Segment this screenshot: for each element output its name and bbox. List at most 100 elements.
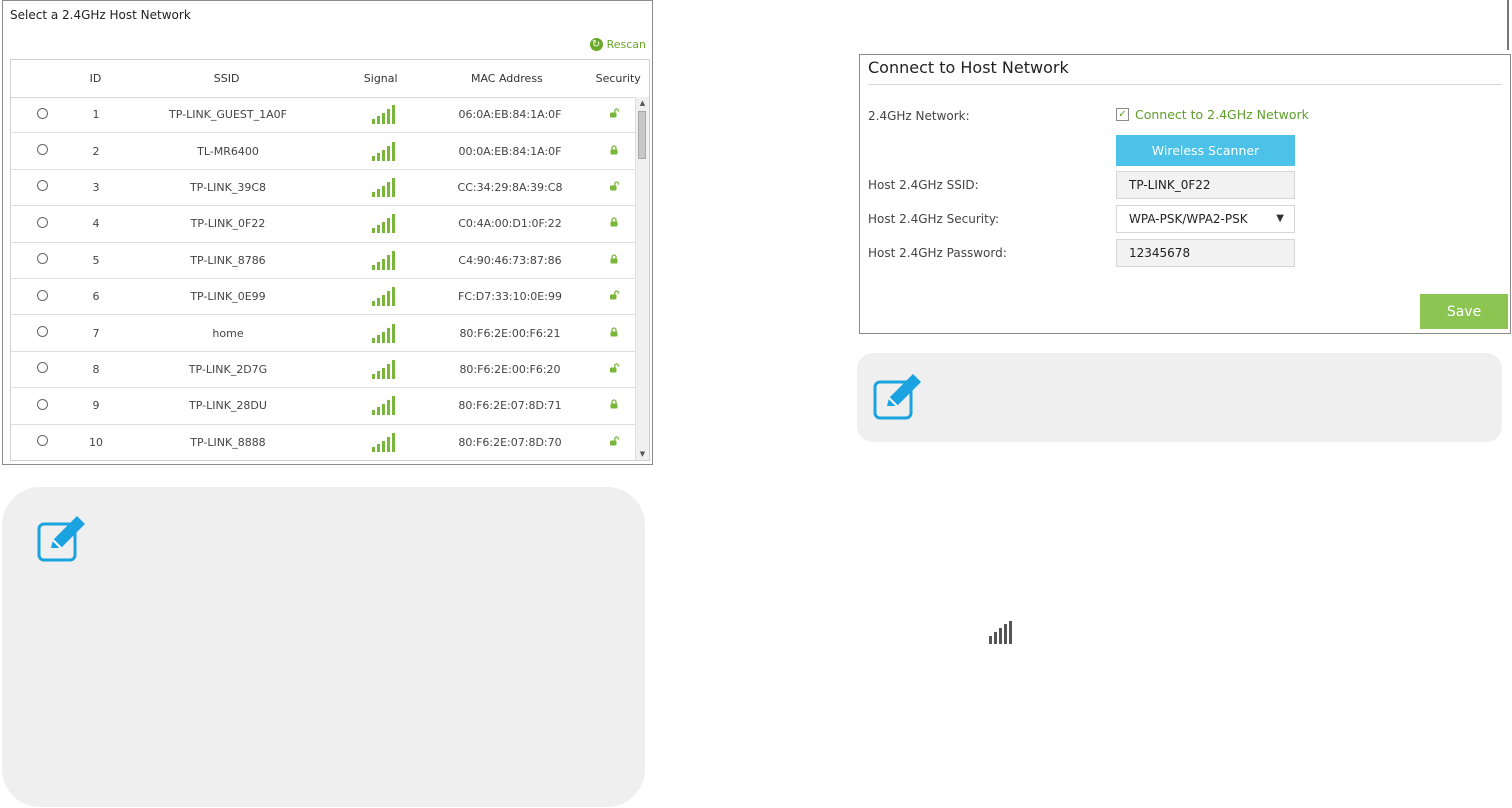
header-security: Security xyxy=(595,72,641,85)
row-mac-address: 80:F6:2E:00:F6:21 xyxy=(459,326,561,340)
table-row[interactable]: 2 TL-MR6400 00:0A:EB:84:1A:0F xyxy=(11,133,637,170)
edit-note-icon xyxy=(873,374,921,420)
row-ssid: home xyxy=(212,326,244,340)
unlocked-padlock-icon xyxy=(609,436,620,449)
row-mac-address: 06:0A:EB:84:1A:0F xyxy=(458,108,562,122)
wireless-scanner-button[interactable]: Wireless Scanner xyxy=(1116,135,1295,166)
signal-strength-icon xyxy=(371,287,395,307)
row-ssid: TP-LINK_GUEST_1A0F xyxy=(169,108,287,122)
signal-strength-icon xyxy=(371,323,395,343)
locked-padlock-icon xyxy=(609,326,619,340)
unlocked-padlock-icon xyxy=(609,290,620,303)
save-button[interactable]: Save xyxy=(1420,294,1508,329)
row-id: 6 xyxy=(92,290,100,304)
security-label: Host 2.4GHz Security: xyxy=(868,212,1000,226)
row-mac-address: C4:90:46:73:87:86 xyxy=(458,253,562,267)
row-id: 8 xyxy=(92,362,100,376)
locked-padlock-icon xyxy=(610,217,618,227)
table-row[interactable]: 4 TP-LINK_0F22 C0:4A:00:D1:0F:22 xyxy=(11,206,637,243)
row-id: 7 xyxy=(92,326,100,340)
select-radio[interactable] xyxy=(36,398,48,410)
select-radio[interactable] xyxy=(36,289,48,301)
select-radio[interactable] xyxy=(36,253,48,265)
table-row[interactable]: 3 TP-LINK_39C8 CC:34:29:8A:39:C8 xyxy=(11,170,637,207)
row-ssid: TP-LINK_39C8 xyxy=(189,180,267,194)
table-row[interactable]: 7 home 80:F6:2E:00:F6:21 xyxy=(11,315,637,352)
select-radio[interactable] xyxy=(36,144,48,156)
row-ssid: TP-LINK_0F22 xyxy=(190,217,266,231)
network-label: 2.4GHz Network: xyxy=(868,109,970,123)
row-id: 1 xyxy=(92,108,100,122)
locked-padlock-icon xyxy=(610,399,618,409)
row-ssid: TP-LINK_28DU xyxy=(189,399,267,413)
rescan-button[interactable]: ↻ Rescan xyxy=(589,38,646,51)
row-ssid: TP-LINK_8786 xyxy=(190,253,266,267)
security-select[interactable]: WPA-PSK/WPA2-PSK ▼ xyxy=(1116,205,1295,233)
security-value: WPA-PSK/WPA2-PSK xyxy=(1129,212,1248,226)
locked-padlock-icon xyxy=(610,144,618,155)
locked-padlock-icon xyxy=(609,217,619,230)
password-field[interactable]: 12345678 xyxy=(1116,239,1295,267)
select-radio[interactable] xyxy=(36,107,48,119)
locked-padlock-icon xyxy=(610,326,618,337)
table-row[interactable]: 5 TP-LINK_8786 C4:90:46:73:87:86 xyxy=(11,243,637,279)
connect-host-panel: Connect to Host Network 2.4GHz Network: … xyxy=(859,54,1511,334)
scroll-up-arrow-icon[interactable]: ▲ xyxy=(636,97,649,109)
table-row[interactable]: 1 TP-LINK_GUEST_1A0F 06:0A:EB:84:1A:0F xyxy=(11,97,637,134)
chevron-down-icon: ▼ xyxy=(1276,213,1284,224)
select-radio[interactable] xyxy=(36,435,48,447)
divider xyxy=(868,84,1502,85)
locked-padlock-icon xyxy=(609,399,619,412)
select-radio[interactable] xyxy=(36,362,48,374)
select-radio[interactable] xyxy=(36,216,48,228)
panel-title: Connect to Host Network xyxy=(868,58,1069,77)
row-mac-address: 00:0A:EB:84:1A:0F xyxy=(458,144,562,158)
note-box xyxy=(2,487,645,807)
password-label: Host 2.4GHz Password: xyxy=(868,246,1007,260)
header-id: ID xyxy=(89,72,102,85)
select-radio[interactable] xyxy=(36,326,48,338)
signal-strength-icon xyxy=(371,141,395,161)
row-ssid: TP-LINK_2D7G xyxy=(188,362,268,376)
row-mac-address: C0:4A:00:D1:0F:22 xyxy=(458,217,562,231)
checkbox-label: Connect to 2.4GHz Network xyxy=(1135,107,1309,122)
signal-strength-icon xyxy=(371,177,395,197)
signal-strength-icon xyxy=(371,105,395,125)
row-mac-address: 80:F6:2E:07:8D:70 xyxy=(458,435,562,449)
signal-strength-icon xyxy=(371,250,395,270)
header-signal: Signal xyxy=(363,72,398,85)
table-row[interactable]: 8 TP-LINK_2D7G 80:F6:2E:00:F6:20 xyxy=(11,352,637,389)
table-row[interactable]: 9 TP-LINK_28DU 80:F6:2E:07:8D:71 xyxy=(11,388,637,425)
ssid-field[interactable]: TP-LINK_0F22 xyxy=(1116,171,1295,199)
header-mac-address: MAC Address xyxy=(470,72,543,85)
scroll-down-arrow-icon[interactable]: ▼ xyxy=(636,448,649,460)
checkmark-icon[interactable]: ✓ xyxy=(1116,108,1129,121)
row-mac-address: 80:F6:2E:07:8D:71 xyxy=(458,399,562,413)
row-id: 4 xyxy=(92,217,100,231)
unlocked-padlock-icon xyxy=(610,363,620,373)
rescan-label: Rescan xyxy=(606,38,646,51)
signal-strength-icon xyxy=(371,359,395,379)
table-header: ID SSID Signal MAC Address Security xyxy=(11,60,649,98)
row-id: 5 xyxy=(92,253,100,267)
edit-note-icon xyxy=(37,516,85,562)
scroll-thumb[interactable] xyxy=(638,111,646,159)
signal-strength-icon xyxy=(371,432,395,452)
page-scrollbar[interactable] xyxy=(1507,0,1509,50)
row-mac-address: FC:D7:33:10:0E:99 xyxy=(458,290,562,304)
host-network-panel: Select a 2.4GHz Host Network ↻ Rescan ID… xyxy=(2,0,653,465)
unlocked-padlock-icon xyxy=(609,181,620,194)
refresh-icon: ↻ xyxy=(589,38,603,51)
table-body: 1 TP-LINK_GUEST_1A0F 06:0A:EB:84:1A:0F 2… xyxy=(11,97,637,460)
connect-2g-checkbox[interactable]: ✓ Connect to 2.4GHz Network xyxy=(1116,107,1309,122)
network-table: ID SSID Signal MAC Address Security 1 TP… xyxy=(10,59,650,461)
row-id: 9 xyxy=(92,399,100,413)
unlocked-padlock-icon xyxy=(610,290,620,300)
note-box xyxy=(857,353,1502,442)
table-row[interactable]: 6 TP-LINK_0E99 FC:D7:33:10:0E:99 xyxy=(11,279,637,316)
select-radio[interactable] xyxy=(36,180,48,192)
header-ssid: SSID xyxy=(213,72,240,85)
table-row[interactable]: 10 TP-LINK_8888 80:F6:2E:07:8D:70 xyxy=(11,425,637,460)
table-scrollbar[interactable]: ▲ ▼ xyxy=(635,97,649,460)
unlocked-padlock-icon xyxy=(610,436,620,446)
